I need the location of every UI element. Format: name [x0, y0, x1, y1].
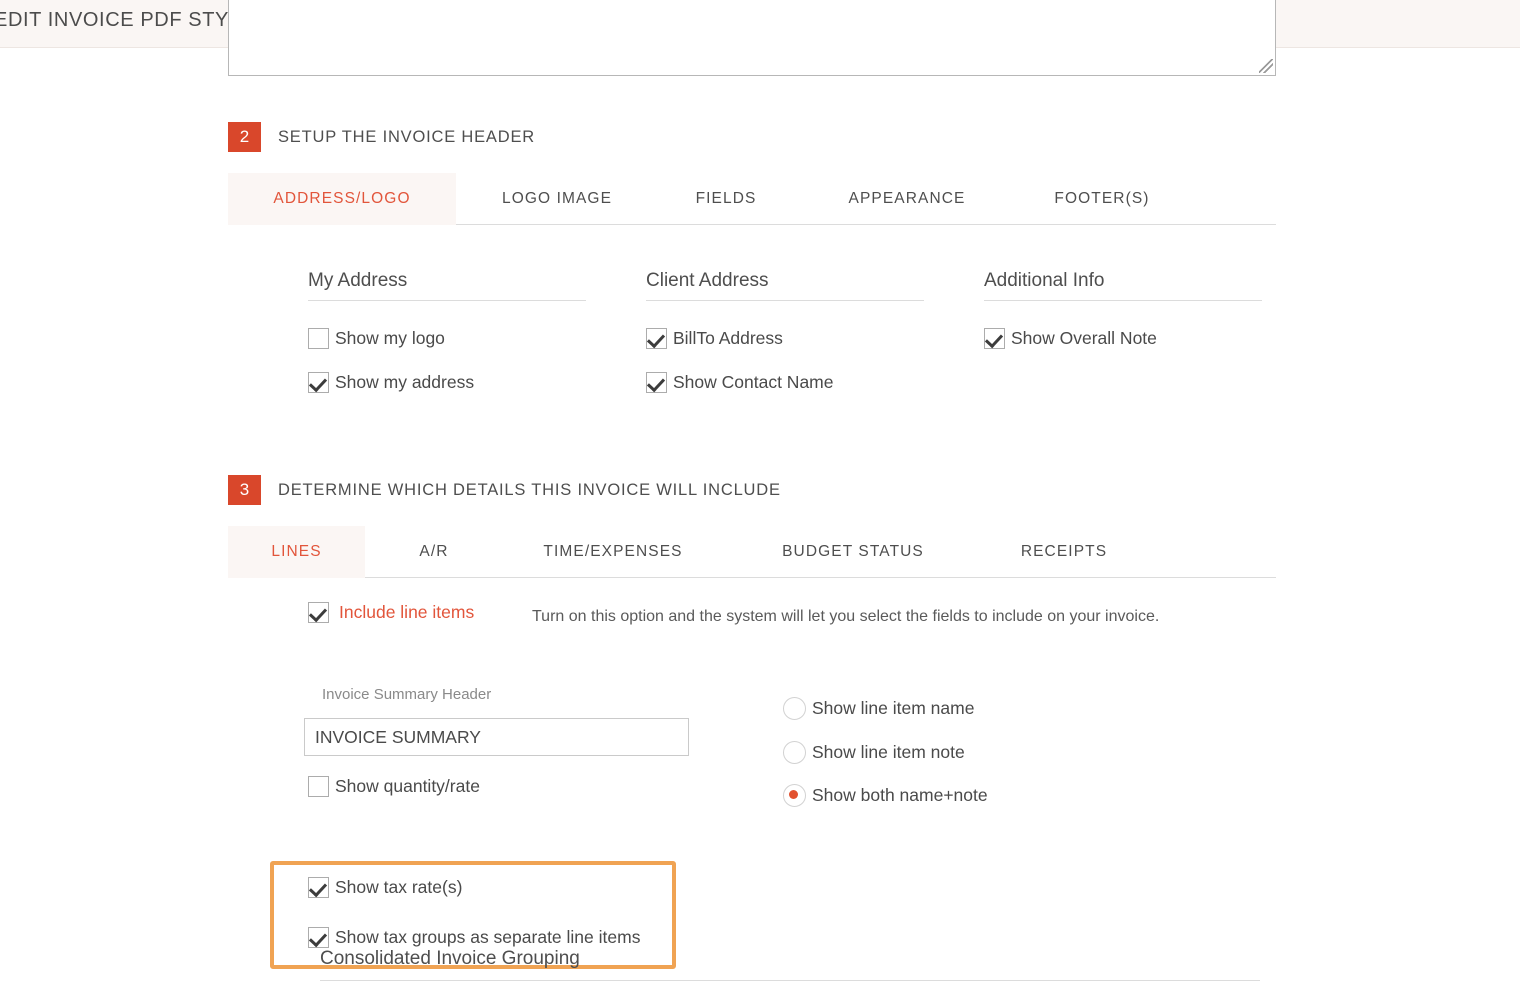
column-heading-my-address: My Address — [308, 270, 586, 301]
show-my-logo-label: Show my logo — [335, 328, 445, 348]
section-3-title: DETERMINE WHICH DETAILS THIS INVOICE WIL… — [278, 481, 781, 499]
invoice-summary-header-label: Invoice Summary Header — [322, 686, 492, 703]
column-heading-additional-info: Additional Info — [984, 270, 1262, 301]
radio-row-show-line-item-note[interactable]: Show line item note — [783, 741, 965, 764]
details-tabs: LINES A/R TIME/EXPENSES BUDGET STATUS RE… — [228, 526, 1276, 578]
radio-row-show-line-item-name[interactable]: Show line item name — [783, 697, 974, 720]
checkbox-row-show-contact-name[interactable]: Show Contact Name — [646, 372, 834, 393]
tab-fields[interactable]: FIELDS — [666, 173, 786, 225]
show-contact-name-label: Show Contact Name — [673, 372, 834, 392]
checkbox-row-show-overall-note[interactable]: Show Overall Note — [984, 328, 1157, 349]
show-line-item-note-label: Show line item note — [812, 742, 965, 762]
show-tax-rates-label: Show tax rate(s) — [335, 877, 463, 897]
billto-address-checkbox[interactable] — [646, 328, 667, 349]
show-overall-note-checkbox[interactable] — [984, 328, 1005, 349]
section-3-badge: 3 — [228, 475, 261, 505]
show-tax-rates-checkbox[interactable] — [308, 877, 329, 898]
show-my-address-checkbox[interactable] — [308, 372, 329, 393]
show-tax-groups-separate-checkbox[interactable] — [308, 927, 329, 948]
section-2-badge: 2 — [228, 122, 261, 152]
show-my-logo-checkbox[interactable] — [308, 328, 329, 349]
tab-ar[interactable]: A/R — [388, 526, 480, 578]
tab-address-logo[interactable]: ADDRESS/LOGO — [228, 173, 456, 225]
checkbox-row-show-my-logo[interactable]: Show my logo — [308, 328, 445, 349]
show-line-item-name-label: Show line item name — [812, 698, 975, 718]
include-line-items-label: Include line items — [339, 602, 475, 622]
checkbox-row-show-tax-groups-separate[interactable]: Show tax groups as separate line items — [308, 927, 640, 948]
show-line-item-name-radio[interactable] — [783, 697, 806, 720]
show-both-name-note-label: Show both name+note — [812, 785, 988, 805]
tab-appearance[interactable]: APPEARANCE — [814, 173, 1000, 225]
invoice-note-textarea[interactable] — [228, 0, 1276, 76]
checkbox-row-show-tax-rates[interactable]: Show tax rate(s) — [308, 877, 462, 898]
invoice-summary-header-input[interactable] — [304, 718, 689, 756]
tab-lines[interactable]: LINES — [228, 526, 365, 578]
show-quantity-rate-label: Show quantity/rate — [335, 776, 480, 796]
section-2-title: SETUP THE INVOICE HEADER — [278, 128, 535, 146]
show-quantity-rate-checkbox[interactable] — [308, 776, 329, 797]
checkbox-row-billto-address[interactable]: BillTo Address — [646, 328, 783, 349]
checkbox-row-show-quantity-rate[interactable]: Show quantity/rate — [308, 776, 480, 797]
tab-logo-image[interactable]: LOGO IMAGE — [472, 173, 642, 225]
resize-handle-icon[interactable] — [1259, 59, 1273, 73]
consolidated-invoice-grouping-heading: Consolidated Invoice Grouping — [320, 948, 1260, 981]
include-line-items-description: Turn on this option and the system will … — [532, 608, 1160, 625]
tab-footers[interactable]: FOOTER(S) — [1022, 173, 1182, 225]
checkbox-row-include-line-items[interactable]: Include line items — [308, 602, 474, 623]
show-both-name-note-radio[interactable] — [783, 784, 806, 807]
billto-address-label: BillTo Address — [673, 328, 783, 348]
include-line-items-checkbox[interactable] — [308, 602, 329, 623]
checkbox-row-show-my-address[interactable]: Show my address — [308, 372, 474, 393]
radio-row-show-both-name-note[interactable]: Show both name+note — [783, 784, 988, 807]
show-tax-groups-separate-label: Show tax groups as separate line items — [335, 927, 641, 947]
show-contact-name-checkbox[interactable] — [646, 372, 667, 393]
show-my-address-label: Show my address — [335, 372, 475, 392]
show-line-item-note-radio[interactable] — [783, 741, 806, 764]
tab-receipts[interactable]: RECEIPTS — [980, 526, 1148, 578]
show-overall-note-label: Show Overall Note — [1011, 328, 1157, 348]
page-title: EDIT INVOICE PDF STYLE — [0, 9, 255, 31]
tab-budget-status[interactable]: BUDGET STATUS — [742, 526, 964, 578]
header-tabs: ADDRESS/LOGO LOGO IMAGE FIELDS APPEARANC… — [228, 173, 1276, 225]
tab-time-expenses[interactable]: TIME/EXPENSES — [504, 526, 722, 578]
column-heading-client-address: Client Address — [646, 270, 924, 301]
page-content: 2 SETUP THE INVOICE HEADER ADDRESS/LOGO … — [0, 0, 1520, 998]
